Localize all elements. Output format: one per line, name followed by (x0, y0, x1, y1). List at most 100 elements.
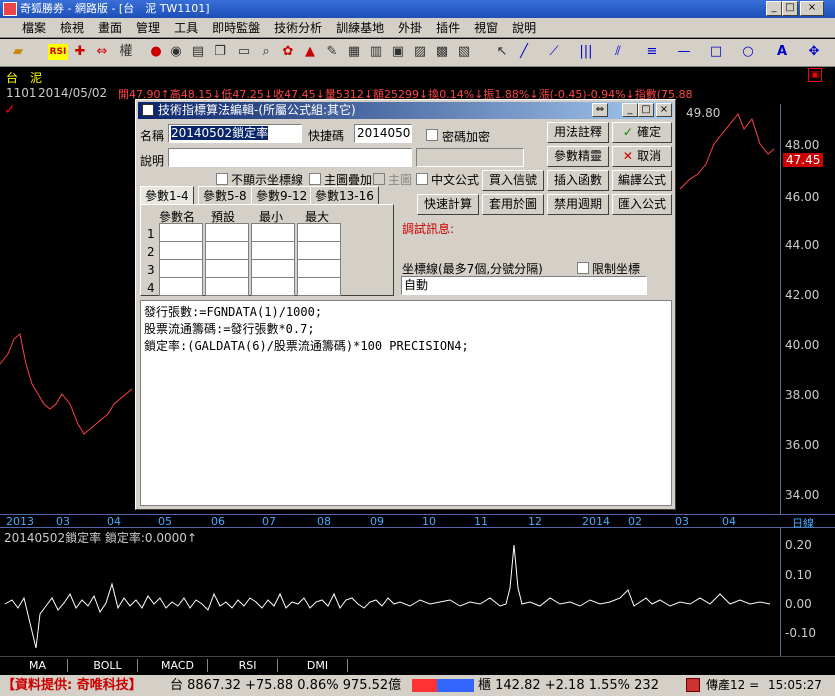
image-icon[interactable]: ▩ (434, 44, 450, 60)
menu-view[interactable]: 檢視 (53, 18, 91, 38)
dialog-maximize-button[interactable]: □ (638, 103, 654, 117)
folder-icon[interactable]: ▰ (10, 44, 26, 60)
menu-manage[interactable]: 管理 (129, 18, 167, 38)
tab-macd[interactable]: MACD (148, 659, 208, 672)
minimize-button[interactable]: _ (766, 1, 782, 16)
fan-tool-icon[interactable]: ⫽ (610, 44, 626, 60)
rsi-button[interactable]: RSI (48, 44, 68, 60)
param-cell[interactable] (251, 259, 295, 278)
cross-icon[interactable]: ✚ (72, 44, 88, 60)
param-cell[interactable] (297, 241, 341, 260)
text-tool-icon[interactable]: A (774, 44, 790, 60)
circle-red-icon[interactable]: ● (148, 44, 164, 60)
param-cell[interactable] (159, 241, 203, 260)
dialog-minimize-button[interactable]: _ (622, 103, 638, 117)
menu-window[interactable]: 視窗 (467, 18, 505, 38)
compile-button[interactable]: 編譯公式 (612, 170, 672, 191)
menu-training[interactable]: 訓練基地 (329, 18, 391, 38)
tab-params-5-8[interactable]: 參數5-8 (198, 186, 252, 204)
param-cell[interactable] (159, 277, 203, 296)
copy-icon[interactable]: ❐ (212, 44, 228, 60)
tab-params-13-16[interactable]: 參數13-16 (310, 186, 379, 204)
hline-tool-icon[interactable]: — (676, 44, 692, 60)
doc-icon[interactable]: ▭ (236, 44, 252, 60)
tab-params-1-4[interactable]: 參數1-4 (140, 186, 194, 204)
layout-icon[interactable]: ▥ (368, 44, 384, 60)
tab-rsi[interactable]: RSI (218, 659, 278, 672)
circle-gray-icon[interactable]: ◉ (168, 44, 184, 60)
ray-tool-icon[interactable]: ⟋ (546, 44, 562, 60)
buy-signal-button[interactable]: 買入信號 (482, 170, 544, 191)
alarm-icon[interactable] (686, 678, 700, 692)
channel-tool-icon[interactable]: ≡ (644, 44, 660, 60)
ok-button[interactable]: ✓ 確定 (612, 122, 672, 143)
desc-input[interactable] (168, 148, 412, 167)
restore-button[interactable]: □ (782, 1, 798, 16)
grid-icon[interactable]: ▦ (346, 44, 362, 60)
date-label: 03 (675, 515, 689, 528)
disable-period-button[interactable]: 禁用週期 (547, 194, 609, 215)
arrows-icon[interactable]: ⇔ (94, 44, 110, 60)
import-button[interactable]: 匯入公式 (612, 194, 672, 215)
param-cell[interactable] (159, 259, 203, 278)
tab-ma[interactable]: MA (8, 659, 68, 672)
axis-line-input[interactable]: 自動 (401, 276, 647, 295)
param-cell[interactable] (159, 223, 203, 242)
param-cell[interactable] (205, 259, 249, 278)
tab-boll[interactable]: BOLL (78, 659, 138, 672)
date-label: 07 (262, 515, 276, 528)
vlines-tool-icon[interactable]: ||| (578, 44, 594, 60)
param-cell[interactable] (251, 223, 295, 242)
limit-axis-checkbox[interactable] (577, 262, 589, 274)
rect-tool-icon[interactable]: □ (708, 44, 724, 60)
kline-button[interactable]: 權 (118, 44, 134, 60)
menu-tools[interactable]: 工具 (167, 18, 205, 38)
password-checkbox[interactable] (426, 129, 438, 141)
menu-technical[interactable]: 技術分析 (267, 18, 329, 38)
hide-axis-checkbox[interactable] (216, 173, 228, 185)
quick-calc-button[interactable]: 快速計算 (417, 194, 479, 215)
line-tool-icon[interactable]: ╱ (516, 44, 532, 60)
window-icon[interactable]: ▣ (390, 44, 406, 60)
overlay-checkbox[interactable] (309, 173, 321, 185)
param-cell[interactable] (251, 241, 295, 260)
pointer-icon[interactable]: ↖ (494, 44, 510, 60)
close-button[interactable]: × (800, 1, 824, 16)
insert-function-button[interactable]: 插入函數 (547, 170, 609, 191)
menu-help[interactable]: 說明 (505, 18, 543, 38)
search-icon[interactable]: ⌕ (258, 44, 274, 60)
param-cell[interactable] (297, 259, 341, 278)
usage-button[interactable]: 用法註釋 (547, 122, 609, 143)
menu-plugins[interactable]: 插件 (429, 18, 467, 38)
param-cell[interactable] (205, 277, 249, 296)
lock-icon[interactable]: ▣ (808, 68, 822, 82)
name-input[interactable]: 20140502鎖定率 (168, 124, 302, 143)
param-cell[interactable] (205, 241, 249, 260)
tab-dmi[interactable]: DMI (288, 659, 348, 672)
shortcut-input[interactable]: 2014050 (354, 124, 412, 143)
param-cell[interactable] (251, 277, 295, 296)
pen-icon[interactable]: ✎ (324, 44, 340, 60)
param-cell[interactable] (297, 277, 341, 296)
alert-icon[interactable]: ▲ (302, 44, 318, 60)
menu-screen[interactable]: 畫面 (91, 18, 129, 38)
menu-file[interactable]: 檔案 (0, 18, 53, 38)
cancel-button[interactable]: ✕ 取消 (612, 146, 672, 167)
book-icon[interactable]: ▤ (190, 44, 206, 60)
menu-monitor[interactable]: 即時監盤 (205, 18, 267, 38)
chart-window-icon[interactable]: ▨ (412, 44, 428, 60)
chinese-checkbox[interactable] (416, 173, 428, 185)
pic-icon[interactable]: ▧ (456, 44, 472, 60)
dialog-close-button[interactable]: × (656, 103, 672, 117)
globe-icon[interactable]: ✿ (280, 44, 296, 60)
refine-button[interactable]: 參數精靈 (547, 146, 609, 167)
ellipse-tool-icon[interactable]: ○ (740, 44, 756, 60)
dialog-resize-button[interactable]: ⇔ (592, 103, 608, 117)
apply-chart-button[interactable]: 套用於圖 (482, 194, 544, 215)
tab-params-9-12[interactable]: 參數9-12 (251, 186, 313, 204)
move-tool-icon[interactable]: ✥ (806, 44, 822, 60)
menu-plugin-ext[interactable]: 外掛 (391, 18, 429, 38)
param-cell[interactable] (297, 223, 341, 242)
param-cell[interactable] (205, 223, 249, 242)
formula-code-editor[interactable]: 發行張數:=FGNDATA(1)/1000; 股票流通籌碼:=發行張數*0.7;… (140, 300, 672, 506)
